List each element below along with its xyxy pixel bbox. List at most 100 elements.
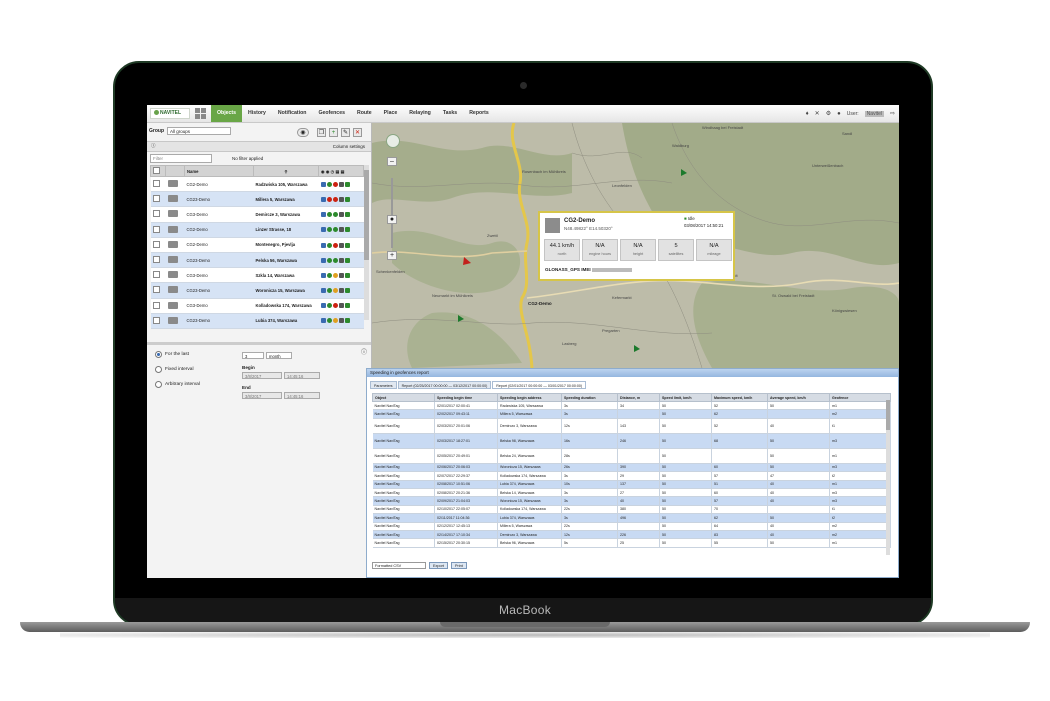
row-checkbox[interactable]	[152, 240, 160, 248]
state-icon[interactable]	[332, 181, 338, 187]
state-icon[interactable]	[332, 272, 338, 278]
terminal-icon[interactable]	[338, 272, 344, 278]
copy-icon[interactable]: ❐	[317, 128, 326, 137]
for-last-unit-select[interactable]: month	[266, 352, 292, 359]
terminal-icon[interactable]	[338, 242, 344, 248]
terminal-icon[interactable]	[338, 181, 344, 187]
export-button[interactable]: Export	[429, 562, 448, 569]
object-row[interactable]: CG3-Demo Szkla 14, Warszawa	[150, 267, 364, 284]
objects-scrollbar[interactable]	[364, 165, 369, 320]
connection-icon[interactable]	[326, 227, 332, 233]
row-checkbox-cell[interactable]	[150, 191, 166, 208]
object-type-icon[interactable]	[320, 272, 326, 278]
select-all-header[interactable]	[150, 165, 166, 177]
command-icon[interactable]	[344, 212, 350, 218]
format-select[interactable]: Formatted CSV	[372, 562, 426, 569]
report-column-header[interactable]: Maximum speed, km/h	[711, 393, 768, 402]
report-column-header[interactable]: Average speed, km/h	[767, 393, 830, 402]
map-view[interactable]: – ● + Rosenbach im Mühlkreis Leonfelden …	[372, 123, 899, 368]
report-column-header[interactable]: Geofence	[829, 393, 891, 402]
connection-icon[interactable]	[326, 318, 332, 324]
state-icon[interactable]	[332, 257, 338, 263]
object-type-icon[interactable]	[320, 181, 326, 187]
report-column-header[interactable]: Speeding duration	[561, 393, 618, 402]
state-icon[interactable]	[332, 242, 338, 248]
eye-icon[interactable]: ◉	[297, 128, 309, 137]
object-row[interactable]: CG23-Demo Woronicza 15, Warszawa	[150, 282, 364, 299]
command-icon[interactable]	[344, 288, 350, 294]
command-icon[interactable]	[344, 272, 350, 278]
vehicle-popup[interactable]: CG2-Demo N48.49822° E14.50320° ■ Idle 03…	[538, 211, 735, 281]
menu-relaying[interactable]: Relaying	[403, 105, 437, 122]
column-settings-link[interactable]: Column settings	[333, 144, 365, 149]
object-name[interactable]: CG23-Demo	[184, 252, 254, 269]
object-name[interactable]: CG23-Demo	[184, 282, 254, 299]
object-type-icon[interactable]	[320, 212, 326, 218]
object-name[interactable]: CG2-Demo	[184, 176, 254, 193]
row-checkbox-cell[interactable]	[150, 237, 166, 253]
menu-reports[interactable]: Reports	[463, 105, 495, 122]
object-type-icon[interactable]	[320, 303, 326, 309]
arbitrary-interval-radio[interactable]	[155, 381, 162, 388]
connection-icon[interactable]	[326, 196, 332, 202]
user-icon[interactable]: ●	[837, 111, 841, 117]
report-row[interactable]: Navitel NaviTag 02/07/2017 22:29:37 Kollad…	[372, 471, 891, 481]
menu-tasks[interactable]: Tasks	[437, 105, 463, 122]
map-vehicle-label[interactable]: CG2-Demo	[528, 301, 552, 306]
object-row[interactable]: CG23-Demo Millera 5, Warszawa	[150, 191, 364, 208]
object-name[interactable]: CG3-Demo	[184, 298, 254, 314]
select-all-checkbox[interactable]	[153, 167, 160, 174]
connection-icon[interactable]	[326, 181, 332, 187]
object-type-icon[interactable]	[320, 227, 326, 233]
terminal-icon[interactable]	[338, 303, 344, 309]
report-column-header[interactable]: Distance, m	[617, 393, 660, 402]
command-icon[interactable]	[344, 303, 350, 309]
menu-place[interactable]: Place	[378, 105, 404, 122]
command-icon[interactable]	[344, 242, 350, 248]
object-name[interactable]: CG3-Demo	[184, 206, 254, 223]
help-icon-period[interactable]: ⓘ	[361, 347, 367, 356]
command-icon[interactable]	[344, 196, 350, 202]
row-checkbox[interactable]	[152, 256, 160, 264]
gear-icon[interactable]: ⚙	[826, 110, 831, 117]
state-icon[interactable]	[332, 227, 338, 233]
command-icon[interactable]	[344, 257, 350, 263]
object-name[interactable]: CG23-Demo	[184, 191, 254, 208]
terminal-icon[interactable]	[338, 227, 344, 233]
report-row[interactable]: Navitel NaviTag 02/03/2017 20:01:06 Demirc…	[372, 418, 891, 434]
menu-history[interactable]: History	[242, 105, 272, 122]
row-checkbox[interactable]	[152, 225, 160, 233]
object-type-icon[interactable]	[320, 242, 326, 248]
row-checkbox[interactable]	[152, 195, 160, 203]
report-row[interactable]: Navitel NaviTag 02/11/2017 11:04:36 Lubia …	[372, 513, 891, 523]
object-row[interactable]: CG3-Demo Kolladowska 174, Warszawa	[150, 298, 364, 314]
report-row[interactable]: Navitel NaviTag 02/06/2017 20:06:03 Woroni…	[372, 463, 891, 473]
tab-report-2[interactable]: Report (02/01/2017 00:00:00 — 03/01/2017…	[492, 381, 587, 389]
end-time[interactable]: 14:45:16	[284, 392, 320, 399]
filter-input[interactable]: Filter	[150, 154, 212, 163]
for-last-radio[interactable]	[155, 351, 162, 358]
connection-icon[interactable]	[326, 242, 332, 248]
report-row[interactable]: Navitel NaviTag 02/02/2017 09:43:11 Miller…	[372, 409, 891, 419]
object-type-icon[interactable]	[320, 196, 326, 202]
row-checkbox[interactable]	[152, 271, 160, 279]
report-row[interactable]: Navitel NaviTag 02/08/2017 10:51:06 Lubia …	[372, 480, 891, 489]
object-name[interactable]: CG2-Demo	[184, 237, 254, 253]
row-checkbox-cell[interactable]	[150, 176, 166, 193]
report-row[interactable]: Navitel NaviTag 02/01/2017 02:00:41 Radzwi…	[372, 401, 891, 411]
connection-icon[interactable]	[326, 257, 332, 263]
edit-icon[interactable]: ✎	[341, 128, 350, 137]
report-row[interactable]: Navitel NaviTag 02/05/2017 20:49:01 Belska…	[372, 448, 891, 464]
object-row[interactable]: CG3-Demo Demircze 3, Warszawa	[150, 206, 364, 223]
fixed-interval-radio[interactable]	[155, 366, 162, 373]
help-icon[interactable]: ⓘ	[151, 143, 156, 149]
row-checkbox[interactable]	[152, 180, 160, 188]
tools-icon[interactable]: ✕	[815, 110, 820, 117]
command-icon[interactable]	[344, 318, 350, 324]
object-type-icon[interactable]	[320, 318, 326, 324]
row-checkbox[interactable]	[152, 210, 160, 218]
terminal-icon[interactable]	[338, 257, 344, 263]
menu-geofences[interactable]: Geofences	[312, 105, 351, 122]
row-checkbox-cell[interactable]	[150, 252, 166, 269]
zoom-out-button[interactable]: –	[387, 157, 397, 166]
